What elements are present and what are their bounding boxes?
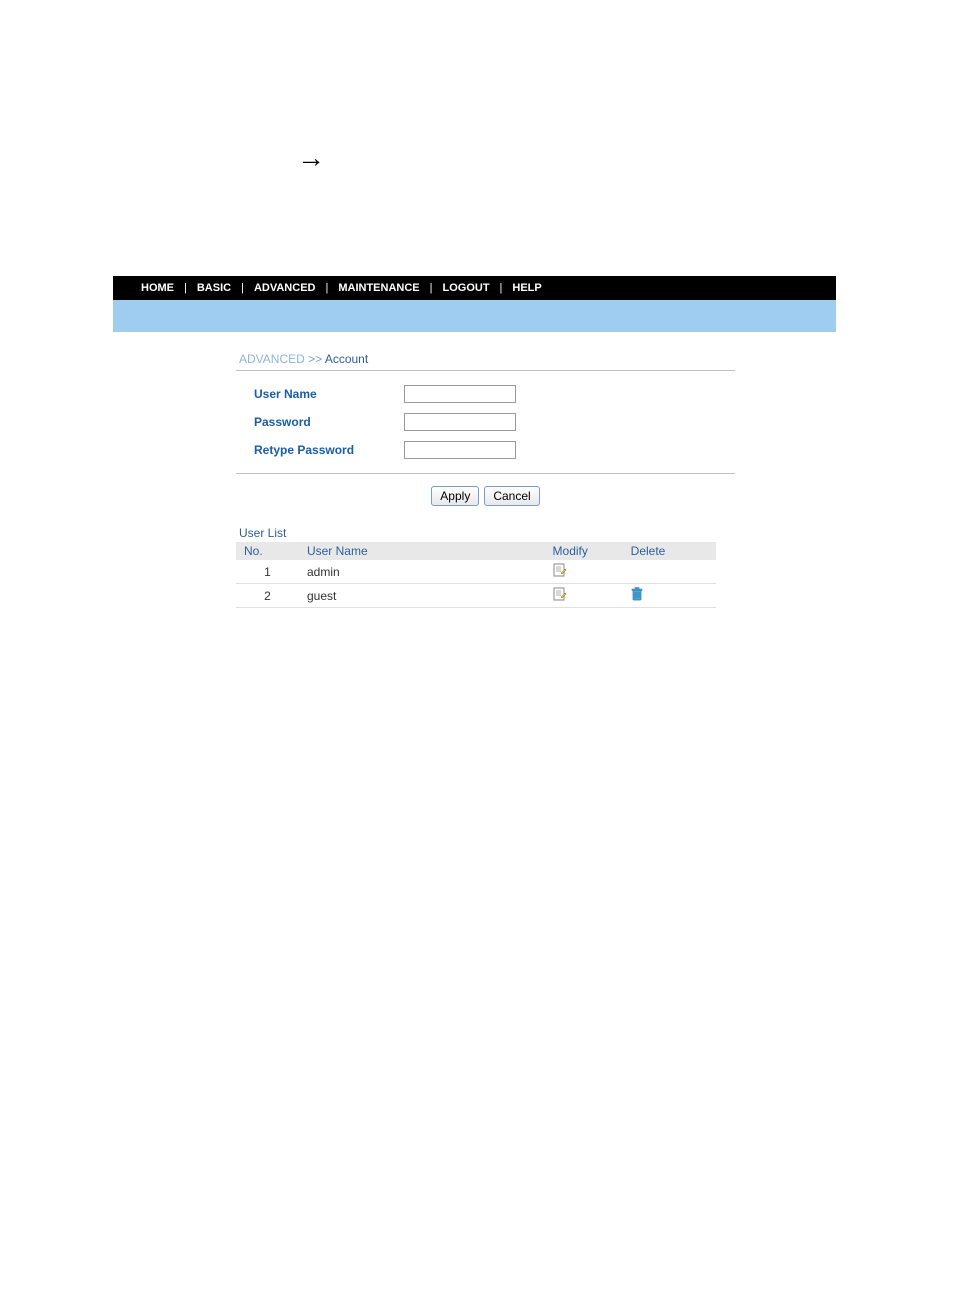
nav-separator: | [241,282,244,294]
arrow-right-icon: → [297,142,325,174]
cancel-button[interactable]: Cancel [484,486,539,506]
table-row: 2guest [236,584,716,608]
breadcrumb-separator: >> [308,352,322,366]
nav-separator: | [500,282,503,294]
account-form: User Name Password Retype Password [236,370,735,474]
cell-username: guest [303,584,549,608]
cell-username: admin [303,560,549,584]
nav-separator: | [325,282,328,294]
table-row: 1admin [236,560,716,584]
cell-delete [627,584,716,608]
main-panel: HOME | BASIC | ADVANCED | MAINTENANCE | … [113,276,836,608]
breadcrumb-parent[interactable]: ADVANCED [239,352,305,366]
cell-delete [627,560,716,584]
nav-basic[interactable]: BASIC [197,282,231,294]
header-banner [113,300,836,332]
username-input[interactable] [404,385,516,403]
content-area: ADVANCED >> Account User Name Password R… [113,332,836,608]
col-header-username: User Name [303,542,549,560]
col-header-no: No. [236,542,303,560]
cell-no: 2 [236,584,303,608]
apply-button[interactable]: Apply [431,486,479,506]
nav-home[interactable]: HOME [141,282,174,294]
retype-password-label: Retype Password [254,443,404,457]
user-list-table: No. User Name Modify Delete 1admin2guest [236,542,716,608]
nav-advanced[interactable]: ADVANCED [254,282,316,294]
trash-icon[interactable] [631,587,643,601]
cell-modify [549,584,627,608]
breadcrumb-current: Account [325,352,368,366]
breadcrumb: ADVANCED >> Account [236,352,836,366]
user-list-title: User List [236,526,836,540]
col-header-modify: Modify [549,542,627,560]
nav-logout[interactable]: LOGOUT [442,282,489,294]
nav-separator: | [430,282,433,294]
nav-bar: HOME | BASIC | ADVANCED | MAINTENANCE | … [113,276,836,300]
button-row: Apply Cancel [236,474,735,518]
retype-password-input[interactable] [404,441,516,459]
nav-help[interactable]: HELP [512,282,541,294]
password-input[interactable] [404,413,516,431]
nav-separator: | [184,282,187,294]
cell-no: 1 [236,560,303,584]
cell-modify [549,560,627,584]
edit-icon[interactable] [553,587,567,601]
password-label: Password [254,415,404,429]
col-header-delete: Delete [627,542,716,560]
username-label: User Name [254,387,404,401]
edit-icon[interactable] [553,563,567,577]
nav-maintenance[interactable]: MAINTENANCE [338,282,419,294]
